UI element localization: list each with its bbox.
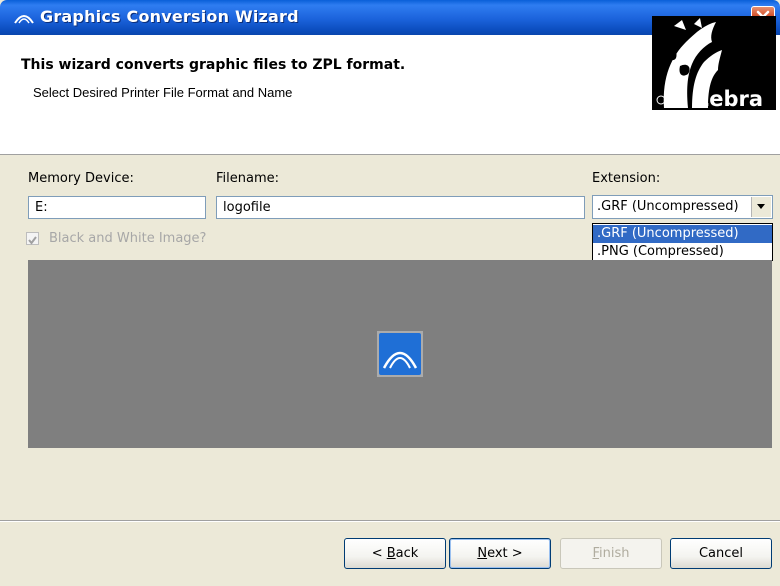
filename-label: Filename: [216,171,280,186]
wizard-window: Graphics Conversion Wizard This wizard c… [0,0,780,586]
filename-field[interactable]: logofile [216,196,585,219]
back-prefix: < [371,546,387,561]
back-rest: ack [395,546,419,561]
extension-selected-value: .GRF (Uncompressed) [597,199,739,214]
header-title: This wizard converts graphic files to ZP… [21,57,406,73]
finish-rest: inish [599,546,630,561]
chevron-down-icon [757,204,765,209]
back-button[interactable]: < Back [344,538,446,569]
footer-separator [0,520,780,522]
next-button[interactable]: Next > [449,538,551,569]
back-mnemonic: B [386,546,396,561]
bw-image-checkbox[interactable] [26,232,39,245]
extension-option-png[interactable]: .PNG (Compressed) [593,243,772,261]
bw-image-label: Black and White Image? [49,231,207,246]
next-mnemonic: N [477,546,488,561]
memory-device-label: Memory Device: [28,171,134,186]
memory-device-field[interactable]: E: [28,196,206,219]
cancel-button[interactable]: Cancel [670,538,772,569]
extension-dropdown-button[interactable] [751,197,771,217]
finish-button[interactable]: Finish [560,538,662,569]
checkmark-icon [28,236,37,245]
window-title: Graphics Conversion Wizard [40,7,299,26]
zebra-arc-icon [14,15,34,24]
next-rest: ext > [487,546,523,561]
extension-label: Extension: [592,171,661,186]
header-subtitle: Select Desired Printer File Format and N… [33,85,293,100]
extension-select[interactable]: .GRF (Uncompressed) [592,195,773,219]
logo-wordmark: Zebra [694,87,764,111]
zebra-arc-icon [377,331,423,377]
extension-option-grf[interactable]: .GRF (Uncompressed) [593,225,772,243]
extension-dropdown-list: .GRF (Uncompressed) .PNG (Compressed) [592,223,773,261]
